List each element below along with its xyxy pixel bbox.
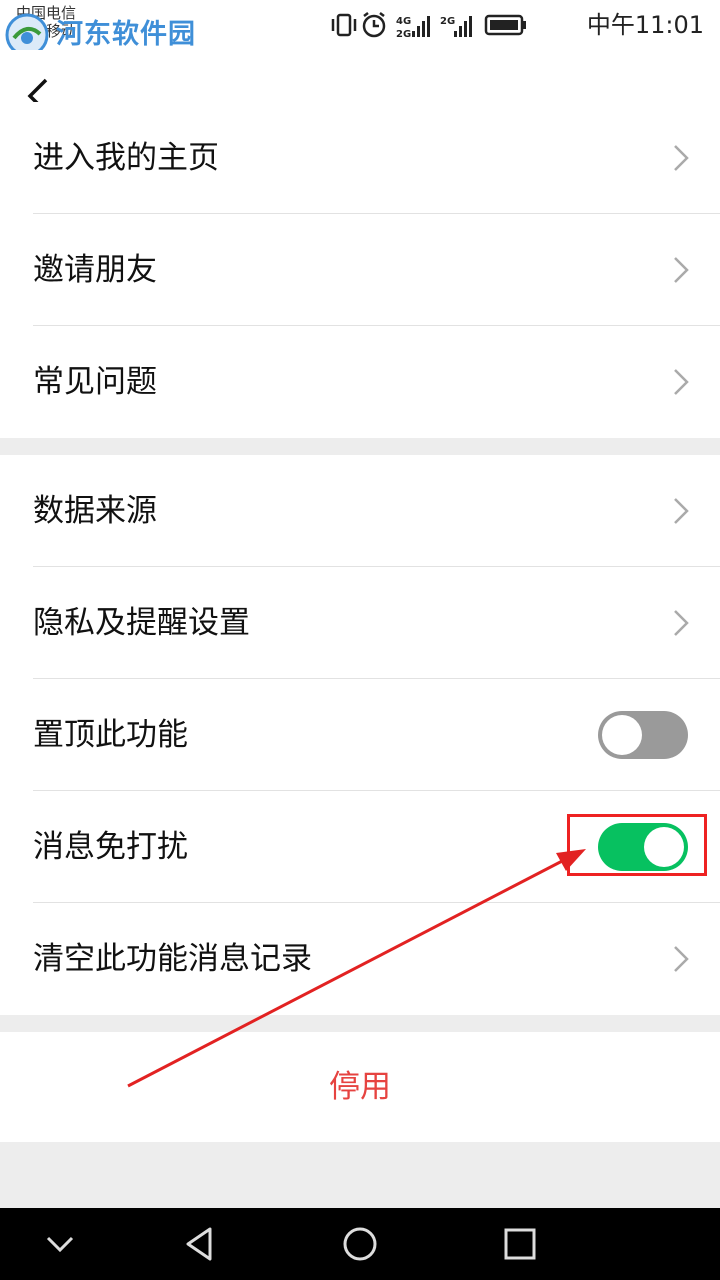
row-my-homepage[interactable]: 进入我的主页 — [0, 102, 720, 214]
battery-icon — [484, 14, 526, 36]
toggle-knob — [602, 715, 642, 755]
status-bar: 中国电信 中国移动 河东软件园 www.pc0359.cn 4G 2G 2G — [0, 0, 720, 65]
navigation-bar — [0, 1208, 720, 1280]
network-type-1: 4G — [396, 16, 411, 27]
chevron-down-icon[interactable] — [38, 1222, 82, 1266]
settings-group-1: 进入我的主页 邀请朋友 常见问题 — [0, 102, 720, 438]
row-label: 隐私及提醒设置 — [33, 605, 250, 641]
row-clear-message-history[interactable]: 清空此功能消息记录 — [0, 903, 720, 1015]
row-faq[interactable]: 常见问题 — [0, 326, 720, 438]
row-pin-feature: 置顶此功能 — [0, 679, 720, 791]
chevron-right-icon — [674, 946, 689, 972]
chevron-right-icon — [674, 257, 689, 283]
chevron-right-icon — [674, 369, 689, 395]
row-label: 消息免打扰 — [33, 829, 188, 865]
recents-square-icon[interactable] — [498, 1222, 542, 1266]
row-data-source[interactable]: 数据来源 — [0, 455, 720, 567]
disable-button-label: 停用 — [329, 1069, 391, 1105]
row-label: 常见问题 — [33, 364, 157, 400]
back-triangle-icon[interactable] — [178, 1222, 222, 1266]
status-icons: 4G 2G 2G — [331, 12, 526, 40]
network-type-3: 2G — [440, 16, 455, 27]
chevron-right-icon — [674, 498, 689, 524]
row-label: 置顶此功能 — [33, 717, 188, 753]
row-label: 数据来源 — [33, 493, 157, 529]
home-circle-icon[interactable] — [338, 1222, 382, 1266]
network-type-2: 2G — [396, 29, 411, 40]
signal-icon-2 — [454, 16, 472, 37]
row-invite-friends[interactable]: 邀请朋友 — [0, 214, 720, 326]
row-label: 清空此功能消息记录 — [33, 941, 312, 977]
clock: 中午11:01 — [586, 11, 704, 39]
vibrate-icon — [331, 13, 357, 37]
chevron-right-icon — [674, 145, 689, 171]
signal-icon-1 — [412, 16, 430, 37]
settings-group-2: 数据来源 隐私及提醒设置 置顶此功能 消息免打扰 清空此功能消息记录 — [0, 455, 720, 1015]
row-label: 邀请朋友 — [33, 252, 157, 288]
disable-button[interactable]: 停用 — [0, 1032, 720, 1142]
row-privacy-reminder-settings[interactable]: 隐私及提醒设置 — [0, 567, 720, 679]
alarm-icon — [362, 12, 386, 38]
chevron-right-icon — [674, 610, 689, 636]
pin-feature-toggle[interactable] — [598, 711, 688, 759]
annotation-highlight-box — [567, 814, 707, 876]
row-label: 进入我的主页 — [33, 140, 219, 176]
